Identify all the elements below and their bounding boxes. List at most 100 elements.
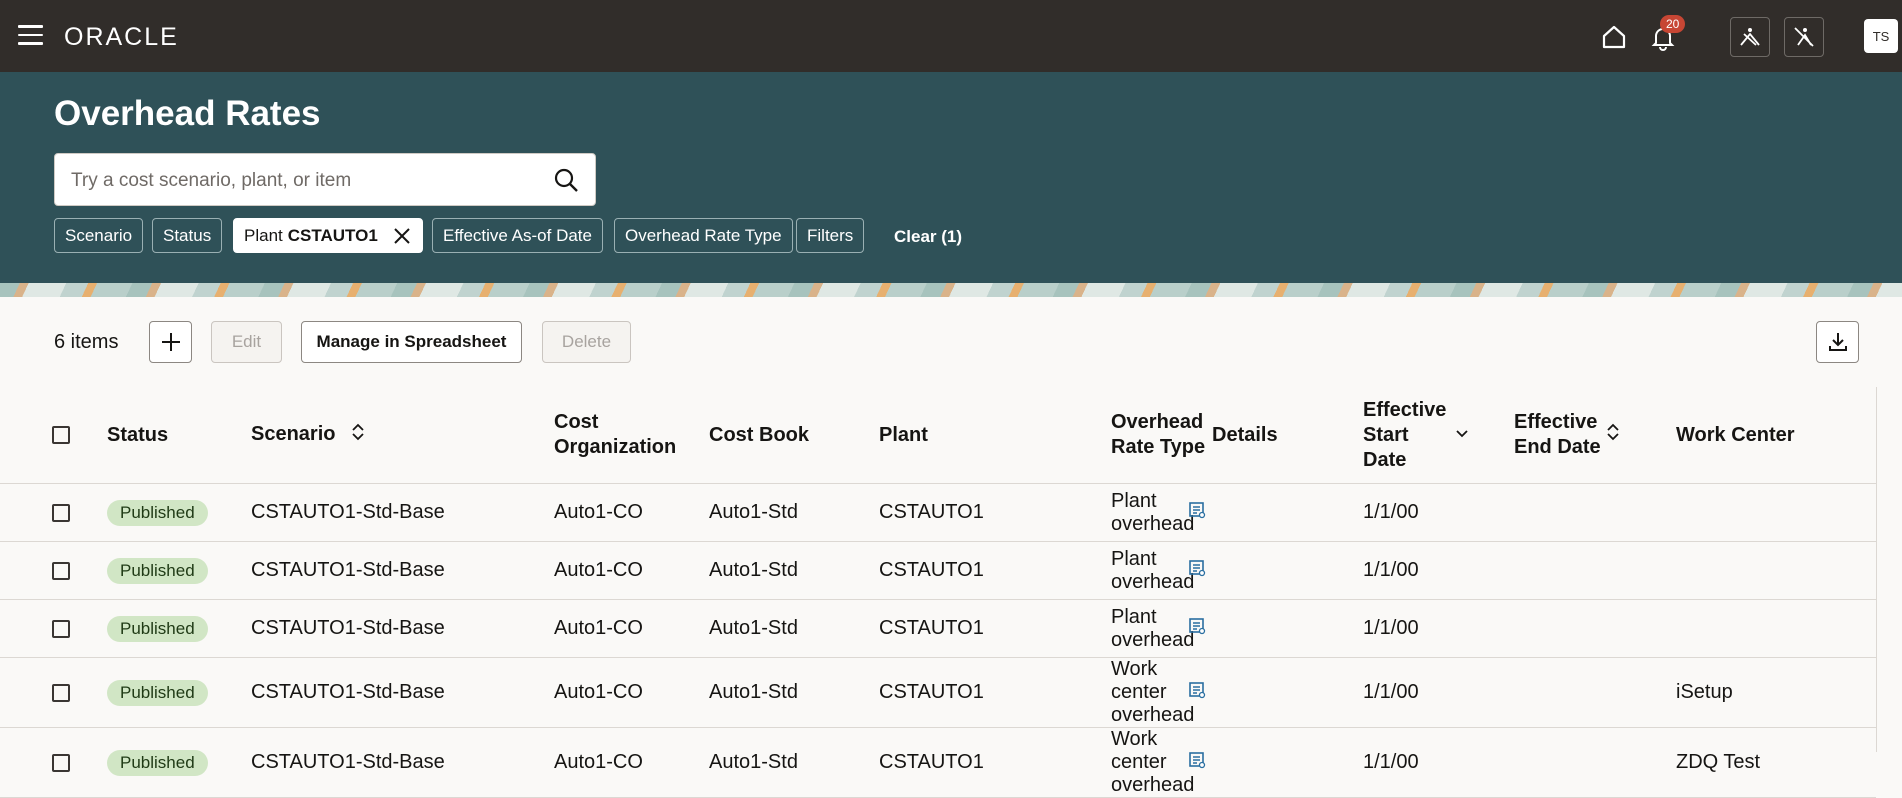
overhead-rates-table: Status Scenario Cost Organization Cost B… bbox=[0, 387, 1876, 798]
work-center-cell: ZDQ Test bbox=[1676, 727, 1876, 798]
effective-end-cell bbox=[1514, 541, 1676, 600]
chevron-down-icon[interactable] bbox=[1455, 423, 1469, 448]
notification-badge: 20 bbox=[1660, 15, 1686, 33]
hide-assistant-icon[interactable] bbox=[1784, 17, 1824, 57]
filter-chip-filters[interactable]: Filters bbox=[796, 218, 865, 253]
sort-icon[interactable] bbox=[351, 423, 365, 448]
column-header-scenario[interactable]: Scenario bbox=[251, 387, 554, 484]
filter-chip-plant-value: CSTAUTO1 bbox=[287, 225, 378, 245]
filter-chip-scenario[interactable]: Scenario bbox=[54, 218, 144, 253]
details-icon[interactable] bbox=[1188, 559, 1206, 583]
status-badge: Published bbox=[107, 749, 208, 776]
global-header: ORACLE 20 TS bbox=[0, 0, 1902, 72]
column-header-details[interactable]: Details bbox=[1212, 387, 1363, 484]
clear-filters-link[interactable]: Clear (1) bbox=[894, 227, 962, 247]
column-header-effective-end-label: Effective End Date bbox=[1514, 411, 1601, 458]
row-checkbox[interactable] bbox=[52, 619, 70, 638]
home-icon[interactable] bbox=[1594, 17, 1634, 57]
details-icon[interactable] bbox=[1188, 681, 1206, 705]
edit-button[interactable]: Edit bbox=[211, 321, 282, 363]
scenario-cell[interactable]: CSTAUTO1-Std-Base bbox=[251, 657, 554, 728]
status-badge: Published bbox=[107, 679, 208, 706]
work-center-cell bbox=[1676, 599, 1876, 658]
search-box[interactable] bbox=[54, 153, 596, 206]
status-badge: Published bbox=[107, 615, 208, 642]
details-icon[interactable] bbox=[1188, 751, 1206, 775]
filter-chip-status[interactable]: Status bbox=[152, 218, 223, 253]
work-center-cell: iSetup bbox=[1676, 657, 1876, 728]
plant-cell: CSTAUTO1 bbox=[879, 657, 1111, 728]
effective-end-cell bbox=[1514, 483, 1676, 542]
table-header-row: Status Scenario Cost Organization Cost B… bbox=[0, 387, 1876, 484]
effective-end-cell bbox=[1514, 727, 1676, 798]
work-center-cell bbox=[1676, 483, 1876, 542]
column-header-cost-organization-label: Cost Organization bbox=[554, 411, 677, 458]
search-input[interactable] bbox=[69, 166, 533, 196]
page-title: Overhead Rates bbox=[54, 94, 321, 133]
table-row[interactable]: Published CSTAUTO1-Std-Base Auto1-CO Aut… bbox=[0, 483, 1876, 542]
table-row[interactable]: Published CSTAUTO1-Std-Base Auto1-CO Aut… bbox=[0, 727, 1876, 798]
filter-chip-plant[interactable]: Plant CSTAUTO1 bbox=[233, 218, 423, 253]
column-header-work-center[interactable]: Work Center bbox=[1676, 387, 1876, 484]
decorative-banner bbox=[0, 283, 1902, 297]
manage-spreadsheet-button[interactable]: Manage in Spreadsheet bbox=[301, 321, 522, 363]
download-icon bbox=[1828, 333, 1847, 351]
filter-chip-rate-type[interactable]: Overhead Rate Type bbox=[614, 218, 793, 253]
filter-chip-effective-date[interactable]: Effective As-of Date bbox=[432, 218, 603, 253]
column-header-plant[interactable]: Plant bbox=[879, 387, 1111, 484]
plant-cell: CSTAUTO1 bbox=[879, 727, 1111, 798]
plus-icon bbox=[161, 333, 180, 351]
scenario-cell[interactable]: CSTAUTO1-Std-Base bbox=[251, 727, 554, 798]
effective-end-cell bbox=[1514, 599, 1676, 658]
scenario-cell[interactable]: CSTAUTO1-Std-Base bbox=[251, 541, 554, 600]
oracle-logo[interactable]: ORACLE bbox=[64, 23, 179, 52]
item-count: 6 items bbox=[54, 331, 119, 353]
table-row[interactable]: Published CSTAUTO1-Std-Base Auto1-CO Aut… bbox=[0, 541, 1876, 600]
menu-icon[interactable] bbox=[18, 25, 43, 45]
row-checkbox[interactable] bbox=[52, 753, 70, 772]
table-right-border bbox=[1876, 387, 1877, 752]
user-avatar[interactable]: TS bbox=[1864, 19, 1898, 53]
table-row[interactable]: Published CSTAUTO1-Std-Base Auto1-CO Aut… bbox=[0, 599, 1876, 658]
row-checkbox[interactable] bbox=[52, 561, 70, 580]
column-header-rate-type[interactable]: Overhead Rate Type bbox=[1111, 387, 1212, 484]
effective-start-cell: 1/1/00 bbox=[1363, 483, 1514, 542]
effective-start-cell: 1/1/00 bbox=[1363, 541, 1514, 600]
add-button[interactable] bbox=[149, 321, 192, 363]
search-icon[interactable] bbox=[553, 167, 579, 198]
work-center-cell bbox=[1676, 541, 1876, 600]
plant-cell: CSTAUTO1 bbox=[879, 483, 1111, 542]
plant-cell: CSTAUTO1 bbox=[879, 599, 1111, 658]
cost-organization-cell: Auto1-CO bbox=[554, 727, 709, 798]
column-header-cost-book[interactable]: Cost Book bbox=[709, 387, 879, 484]
effective-start-cell: 1/1/00 bbox=[1363, 599, 1514, 658]
table-row[interactable]: Published CSTAUTO1-Std-Base Auto1-CO Aut… bbox=[0, 657, 1876, 728]
select-all-checkbox[interactable] bbox=[52, 426, 70, 444]
column-header-status[interactable]: Status bbox=[107, 387, 251, 484]
plant-cell: CSTAUTO1 bbox=[879, 541, 1111, 600]
column-header-cost-organization[interactable]: Cost Organization bbox=[554, 387, 709, 484]
scenario-cell[interactable]: CSTAUTO1-Std-Base bbox=[251, 483, 554, 542]
row-checkbox[interactable] bbox=[52, 683, 70, 702]
row-checkbox[interactable] bbox=[52, 503, 70, 522]
delete-button[interactable]: Delete bbox=[542, 321, 631, 363]
effective-start-cell: 1/1/00 bbox=[1363, 727, 1514, 798]
effective-start-cell: 1/1/00 bbox=[1363, 657, 1514, 728]
effective-end-cell bbox=[1514, 657, 1676, 728]
cost-organization-cell: Auto1-CO bbox=[554, 657, 709, 728]
column-header-scenario-label: Scenario bbox=[251, 423, 336, 446]
column-header-effective-start[interactable]: Effective Start Date bbox=[1363, 387, 1514, 484]
status-badge: Published bbox=[107, 557, 208, 584]
cost-book-cell: Auto1-Std bbox=[709, 727, 879, 798]
accessibility-icon[interactable] bbox=[1730, 17, 1770, 57]
close-icon[interactable] bbox=[392, 226, 412, 246]
cost-book-cell: Auto1-Std bbox=[709, 657, 879, 728]
cost-book-cell: Auto1-Std bbox=[709, 599, 879, 658]
details-icon[interactable] bbox=[1188, 617, 1206, 641]
scenario-cell[interactable]: CSTAUTO1-Std-Base bbox=[251, 599, 554, 658]
sort-icon[interactable] bbox=[1606, 423, 1620, 448]
details-icon[interactable] bbox=[1188, 501, 1206, 525]
download-button[interactable] bbox=[1816, 321, 1859, 363]
filter-chip-plant-label: Plant bbox=[244, 225, 283, 245]
column-header-effective-end[interactable]: Effective End Date bbox=[1514, 387, 1676, 484]
